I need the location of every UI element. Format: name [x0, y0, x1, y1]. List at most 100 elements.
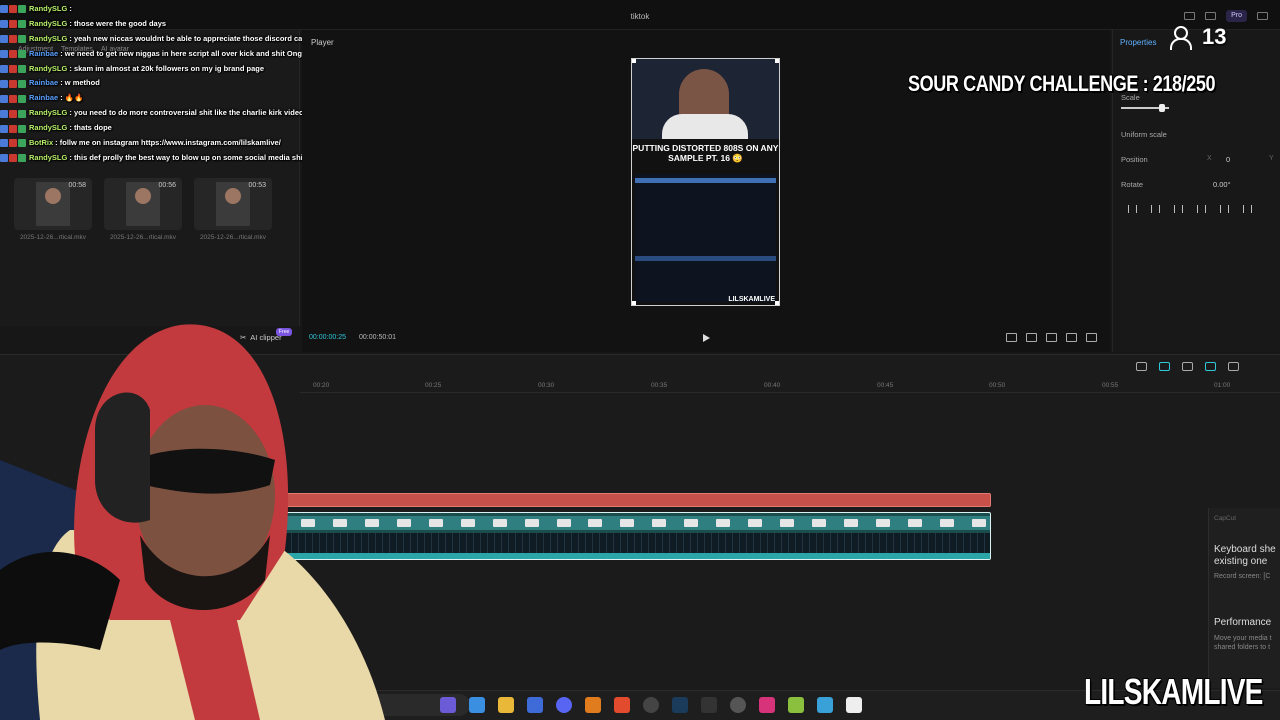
properties-tab[interactable]: Properties	[1120, 38, 1156, 47]
chat-username: RandySLG	[29, 4, 68, 13]
clip-frame-thumbnail	[939, 519, 954, 527]
badge-icon	[9, 124, 17, 133]
media-item[interactable]: 00:53 2025-12-26...rtical.mkv	[194, 178, 272, 241]
align-middle-icon[interactable]	[1220, 205, 1229, 213]
fl-studio-icon[interactable]	[585, 697, 601, 713]
ruler-tick-label: 00:40	[764, 382, 781, 389]
notification-title[interactable]: Performance	[1214, 617, 1271, 628]
chat-message: RandySLG: thats dope	[0, 121, 310, 136]
chat-separator: :	[69, 4, 74, 13]
chat-text: 🔥🔥	[64, 93, 84, 103]
taskbar-icons	[440, 697, 862, 713]
media-item[interactable]: 00:58 2025-12-26...rtical.mkv	[14, 178, 92, 241]
badge-icon	[9, 94, 17, 103]
bluestacks-icon[interactable]	[788, 697, 804, 713]
media-duration: 00:58	[68, 182, 86, 189]
resize-handle[interactable]	[775, 301, 779, 305]
notification-subtext: shared folders to t	[1214, 644, 1271, 651]
app-icon[interactable]	[701, 697, 717, 713]
zoom-icon[interactable]	[1228, 362, 1239, 371]
snap-icon[interactable]	[1205, 362, 1216, 371]
badge-icons	[0, 35, 26, 44]
snapshot-icon[interactable]	[1046, 333, 1057, 342]
chat-message: RandySLG: yeah new niccas wouldnt be abl…	[0, 32, 311, 47]
player-tools	[1006, 333, 1097, 342]
scale-slider-knob[interactable]	[1158, 104, 1165, 112]
4k-icon[interactable]	[730, 697, 746, 713]
media-thumbnail[interactable]: 00:56	[104, 178, 182, 230]
window-menu-icon[interactable]	[1257, 12, 1268, 20]
resize-handle[interactable]	[632, 301, 636, 305]
pro-badge[interactable]: Pro	[1226, 10, 1247, 22]
uniform-scale-label: Uniform scale	[1121, 130, 1167, 139]
badge-icons	[0, 124, 26, 133]
preview-daw	[635, 174, 776, 302]
viewer-count: 13	[1202, 24, 1227, 49]
clip-frame-thumbnail	[492, 519, 507, 527]
challenge-overlay: SOUR CANDY CHALLENGE : 218/250	[908, 71, 1216, 96]
notification-title-cont: existing one	[1214, 556, 1268, 567]
align-center-icon[interactable]	[1151, 205, 1160, 213]
align-left-icon[interactable]	[1128, 205, 1137, 213]
clip-frame-thumbnail	[843, 519, 858, 527]
layout-icon[interactable]	[1184, 12, 1196, 20]
fullscreen-icon[interactable]	[1086, 333, 1097, 342]
clip-frame-thumbnail	[620, 519, 635, 527]
capcut-icon[interactable]	[846, 697, 862, 713]
discord-icon[interactable]	[556, 697, 572, 713]
link-icon[interactable]	[1159, 362, 1170, 371]
shortcut-icon[interactable]	[1205, 12, 1217, 20]
badge-icon	[18, 65, 26, 73]
clip-frame-thumbnail	[524, 519, 539, 527]
resize-handle[interactable]	[775, 59, 779, 63]
align-bottom-icon[interactable]	[1243, 205, 1252, 213]
quality-icon[interactable]	[1026, 333, 1037, 342]
chat-message: RandySLG: those were the good days	[0, 17, 310, 32]
badge-icon	[0, 154, 8, 163]
clip-frame-thumbnail	[428, 519, 443, 527]
instagram-icon[interactable]	[759, 697, 775, 713]
badge-icon	[0, 139, 8, 148]
preview-axis-icon[interactable]	[1182, 362, 1193, 371]
media-item[interactable]: 00:56 2025-12-26...rtical.mkv	[104, 178, 182, 241]
badge-icons	[0, 65, 26, 73]
video-preview[interactable]: PUTTING DISTORTED 808S ON ANY SAMPLE PT.…	[631, 58, 780, 306]
resize-handle[interactable]	[632, 59, 636, 63]
notification-title[interactable]: Keyboard she	[1214, 544, 1276, 555]
microphone-icon[interactable]	[1136, 362, 1147, 371]
clip-frame-thumbnail	[588, 519, 603, 527]
store-icon[interactable]	[527, 697, 543, 713]
position-y-label: Y	[1269, 155, 1274, 162]
taskbar-app-icon[interactable]	[440, 697, 456, 713]
position-x-input[interactable]: 0	[1226, 155, 1230, 164]
badge-icon	[9, 109, 17, 118]
screen: tiktok Pro Adjustment Templates AI avata…	[0, 0, 1280, 720]
clip-frame-thumbnail	[556, 519, 571, 527]
media-thumbnail[interactable]: 00:58	[14, 178, 92, 230]
clip-frame-thumbnail	[971, 519, 986, 527]
timeline-ruler[interactable]	[300, 379, 1280, 393]
media-thumbnail[interactable]: 00:53	[194, 178, 272, 230]
copilot-icon[interactable]	[469, 697, 485, 713]
chat-text: w method	[64, 78, 100, 88]
obs-icon[interactable]	[643, 697, 659, 713]
align-top-icon[interactable]	[1197, 205, 1206, 213]
aspect-icon[interactable]	[1066, 333, 1077, 342]
chat-username: RandySLG	[29, 108, 68, 118]
notepad-icon[interactable]	[817, 697, 833, 713]
media-duration: 00:53	[248, 182, 266, 189]
file-explorer-icon[interactable]	[498, 697, 514, 713]
ratio-icon[interactable]	[1006, 333, 1017, 342]
chat-username: RandySLG	[29, 63, 68, 73]
preview-waveform	[635, 178, 776, 183]
brave-icon[interactable]	[614, 697, 630, 713]
badge-icon	[9, 20, 17, 29]
steam-icon[interactable]	[672, 697, 688, 713]
badge-icons	[0, 109, 26, 118]
rotate-input[interactable]: 0.00°	[1213, 180, 1231, 189]
align-right-icon[interactable]	[1174, 205, 1183, 213]
badge-icon	[18, 109, 26, 118]
play-button[interactable]	[703, 334, 710, 342]
rotate-label: Rotate	[1121, 180, 1144, 189]
chat-username: RandySLG	[29, 33, 68, 43]
